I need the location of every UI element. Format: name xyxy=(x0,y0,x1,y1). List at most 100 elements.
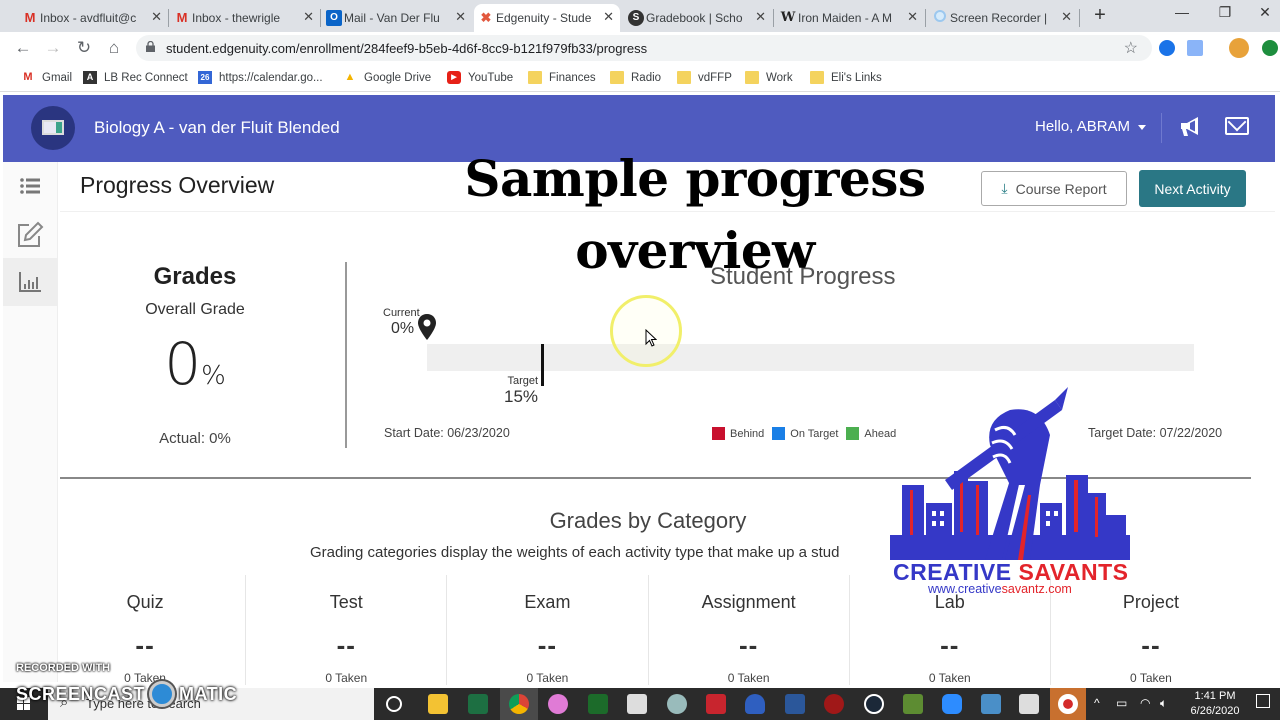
category-assignment: Assignment -- 0 Taken xyxy=(649,575,850,685)
bookmark-label: LB Rec Connect xyxy=(104,71,188,84)
recorder-brand-part: MATIC xyxy=(179,683,238,704)
mail-icon[interactable] xyxy=(1225,117,1249,135)
mouse-cursor-icon xyxy=(645,329,657,347)
download-icon: ⤓ xyxy=(1001,180,1008,196)
legend-swatch xyxy=(846,427,860,440)
video-overlay-title: Sample progress overview xyxy=(464,149,926,280)
cortana-icon[interactable] xyxy=(386,696,402,712)
audacity-icon[interactable] xyxy=(745,694,765,714)
rail-progress-button[interactable] xyxy=(3,258,58,306)
bookmark-folder-work[interactable]: Work xyxy=(745,71,793,84)
bookmark-gmail[interactable]: M Gmail xyxy=(21,71,72,84)
photos-icon[interactable] xyxy=(1019,694,1039,714)
address-bar[interactable]: student.edgenuity.com/enrollment/284feef… xyxy=(136,35,1152,61)
translate-extension-icon[interactable] xyxy=(1187,40,1203,56)
bookmark-star-icon[interactable]: ☆ xyxy=(1124,38,1138,58)
category-name: Exam xyxy=(524,592,571,612)
volume-icon[interactable]: 🔈︎ xyxy=(1160,696,1167,711)
megaphone-icon[interactable] xyxy=(1178,115,1204,139)
bookmark-folder-elis-links[interactable]: Eli's Links xyxy=(810,71,882,84)
folder-icon xyxy=(677,71,691,84)
bookmark-calendar[interactable]: 26 https://calendar.go... xyxy=(198,71,323,84)
course-report-button[interactable]: ⤓ Course Report xyxy=(981,171,1127,206)
close-tab-icon[interactable]: ✕ xyxy=(455,9,466,25)
browser-tab[interactable]: M Inbox - thewrigle ✕ xyxy=(170,4,320,32)
close-tab-icon[interactable]: ✕ xyxy=(1061,9,1072,25)
reload-button[interactable]: ↻ xyxy=(73,38,95,58)
bookmark-label: vdFFP xyxy=(698,71,732,84)
rail-course-map-button[interactable] xyxy=(3,162,58,210)
current-label: Current xyxy=(383,307,420,319)
battery-icon[interactable]: ▭ xyxy=(1116,696,1127,710)
legend-item-on-target: On Target xyxy=(772,427,838,440)
update-icon[interactable] xyxy=(1262,40,1278,56)
screencast-icon xyxy=(932,10,948,26)
browser-tab-active[interactable]: ✖ Edgenuity - Stude ✕ xyxy=(474,4,620,32)
bookmark-google-drive[interactable]: ▲ Google Drive xyxy=(343,71,432,84)
wifi-icon[interactable]: ◠ xyxy=(1140,696,1150,710)
close-tab-icon[interactable]: ✕ xyxy=(303,9,314,25)
browser-tab[interactable]: S Gradebook | Scho ✕ xyxy=(624,4,772,32)
browser-tab[interactable]: M Inbox - avdfluit@c ✕ xyxy=(18,4,168,32)
tray-chevron-icon[interactable]: ^ xyxy=(1094,696,1100,710)
word-icon[interactable] xyxy=(785,694,805,714)
user-menu[interactable]: Hello, ABRAM xyxy=(1035,118,1147,135)
close-tab-icon[interactable]: ✕ xyxy=(907,9,918,25)
browser-tab[interactable]: O Mail - Van Der Flu ✕ xyxy=(322,4,472,32)
bookmark-label: Finances xyxy=(549,71,596,84)
media-app-icon[interactable] xyxy=(706,694,726,714)
screencast-record-icon[interactable] xyxy=(1058,694,1078,714)
close-tab-icon[interactable]: ✕ xyxy=(603,9,614,25)
itunes-icon[interactable] xyxy=(548,694,568,714)
browser-tab[interactable]: Screen Recorder | ✕ xyxy=(928,4,1078,32)
bookmark-youtube[interactable]: ▶ YouTube xyxy=(447,71,513,84)
recorder-brand-part: SCREENCAST xyxy=(16,683,146,704)
browser-tab[interactable]: W Iron Maiden - A M ✕ xyxy=(776,4,924,32)
category-grade: -- xyxy=(940,630,960,660)
restore-button[interactable]: ❐ xyxy=(1205,4,1245,21)
youtube-icon: ▶ xyxy=(447,71,461,84)
tab-divider xyxy=(168,9,169,27)
extension-icon[interactable] xyxy=(1159,40,1175,56)
close-tab-icon[interactable]: ✕ xyxy=(755,9,766,25)
excel-icon[interactable] xyxy=(468,694,488,714)
minimize-button[interactable]: — xyxy=(1162,4,1202,20)
file-explorer-icon[interactable] xyxy=(428,694,448,714)
minecraft-icon[interactable] xyxy=(903,694,923,714)
calculator-icon[interactable] xyxy=(627,694,647,714)
paint-icon[interactable] xyxy=(667,694,687,714)
back-button[interactable]: ← xyxy=(12,38,34,58)
home-button[interactable]: ⌂ xyxy=(103,38,125,58)
legend-item-behind: Behind xyxy=(712,427,764,440)
next-activity-button[interactable]: Next Activity xyxy=(1139,170,1246,207)
chrome-icon[interactable] xyxy=(509,694,529,714)
course-report-label: Course Report xyxy=(1015,180,1107,197)
forward-button[interactable]: → xyxy=(42,38,64,58)
schoology-icon: S xyxy=(628,10,644,26)
bookmark-folder-finances[interactable]: Finances xyxy=(528,71,596,84)
category-name: Test xyxy=(329,592,363,612)
gmail-icon: M xyxy=(176,10,188,25)
folder-icon xyxy=(528,71,542,84)
app-icon[interactable] xyxy=(981,694,1001,714)
bookmark-folder-vdffp[interactable]: vdFFP xyxy=(677,71,732,84)
bookmark-folder-radio[interactable]: Radio xyxy=(610,71,661,84)
bookmark-lb-rec-connect[interactable]: A LB Rec Connect xyxy=(83,71,188,84)
notifications-icon[interactable] xyxy=(1256,694,1270,708)
new-tab-button[interactable]: + xyxy=(1080,4,1120,27)
clock-date[interactable]: 6/26/2020 xyxy=(1185,705,1245,717)
rail-assignments-button[interactable] xyxy=(3,210,58,258)
course-logo[interactable] xyxy=(31,106,75,150)
app-icon[interactable] xyxy=(588,694,608,714)
close-tab-icon[interactable]: ✕ xyxy=(151,9,162,25)
url-text[interactable]: student.edgenuity.com/enrollment/284feef… xyxy=(166,41,647,56)
game-icon[interactable] xyxy=(824,694,844,714)
profile-avatar[interactable] xyxy=(1229,38,1249,58)
folder-icon xyxy=(810,71,824,84)
zoom-app-icon[interactable] xyxy=(942,694,962,714)
list-icon xyxy=(20,178,40,194)
close-window-button[interactable]: ✕ xyxy=(1245,4,1280,21)
steam-icon[interactable] xyxy=(864,694,884,714)
monitor-icon xyxy=(42,120,64,135)
clock-time[interactable]: 1:41 PM xyxy=(1190,690,1240,702)
